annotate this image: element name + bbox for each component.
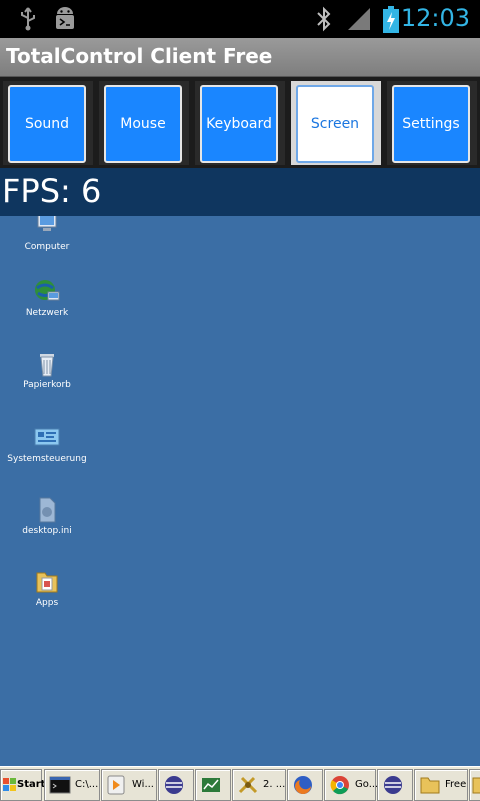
desktop-icon-apps[interactable]: Apps	[0, 568, 95, 608]
tab-sound[interactable]: Sound	[3, 81, 93, 165]
taskbar-item-eclipse-2[interactable]	[377, 769, 413, 801]
desktop-icon-label: Computer	[24, 242, 70, 252]
tab-keyboard-label[interactable]: Keyboard	[200, 85, 278, 163]
taskbar-item-chart-app[interactable]	[195, 769, 231, 801]
taskbar-item-chrome[interactable]: Go...	[324, 769, 379, 801]
app-title: TotalControl Client Free	[6, 44, 273, 68]
eclipse-icon	[384, 776, 402, 794]
taskbar-item-label: Wi...	[132, 779, 154, 790]
folder-icon	[420, 777, 440, 794]
desktop-icon-label: Papierkorb	[23, 380, 71, 390]
taskbar-item-label: C:\...	[75, 779, 99, 790]
tab-settings[interactable]: Settings	[387, 81, 477, 165]
desktop-icon-label: Netzwerk	[25, 308, 69, 318]
android-debug-icon	[56, 7, 74, 29]
taskbar-item-label: Go...	[355, 779, 379, 790]
tab-sound-label[interactable]: Sound	[8, 85, 86, 163]
desktop-icon-label: Systemsteuerung	[7, 454, 87, 464]
desktop-icon-recycle-bin[interactable]: Papierkorb	[0, 350, 95, 390]
status-bar: 12:03	[0, 0, 480, 38]
taskbar-item-label: 2. ...	[263, 779, 286, 790]
taskbar-item-cmd[interactable]: C:\...	[44, 769, 100, 801]
desktop-icon-network[interactable]: Netzwerk	[0, 278, 95, 318]
remote-taskbar: Start C:\... Wi... 2. ... Go... Free	[0, 766, 480, 801]
bluetooth-icon	[317, 6, 331, 32]
taskbar-item-folder[interactable]	[469, 769, 480, 801]
tab-screen-label[interactable]: Screen	[296, 85, 374, 163]
app-title-bar: TotalControl Client Free	[0, 38, 480, 77]
tab-screen[interactable]: Screen	[291, 81, 381, 165]
folder-icon	[472, 777, 480, 794]
desktop-icon-label: Apps	[35, 598, 59, 608]
network-icon	[35, 280, 60, 301]
desktop-icon-desktop-ini[interactable]: desktop.ini	[0, 496, 95, 536]
taskbar-item-folder-free[interactable]: Free	[414, 769, 468, 801]
clock-time: 12:03	[400, 4, 470, 32]
start-button[interactable]: Start	[0, 769, 46, 801]
chrome-icon	[330, 776, 349, 795]
folder-icon	[36, 572, 58, 593]
tools-icon	[238, 776, 258, 794]
tab-keyboard[interactable]: Keyboard	[195, 81, 285, 165]
taskbar-item-label: Free	[445, 779, 467, 790]
eclipse-icon	[165, 776, 183, 794]
tab-mouse-label[interactable]: Mouse	[104, 85, 182, 163]
usb-icon	[21, 7, 35, 31]
taskbar-item-tools[interactable]: 2. ...	[232, 769, 286, 801]
fps-readout: FPS: 6	[2, 172, 102, 210]
desktop-icon-control-panel[interactable]: Systemsteuerung	[0, 424, 95, 464]
ini-file-icon	[39, 497, 56, 523]
taskbar-item-eclipse[interactable]	[158, 769, 194, 801]
media-player-icon	[107, 775, 125, 795]
taskbar-item-media-player[interactable]: Wi...	[101, 769, 157, 801]
signal-icon	[348, 8, 370, 30]
control-panel-icon	[34, 428, 60, 446]
desktop-icon-label: desktop.ini	[22, 526, 72, 536]
recycle-bin-icon	[40, 354, 54, 377]
firefox-icon	[294, 776, 312, 794]
chart-app-icon	[202, 778, 220, 792]
fps-overlay: FPS: 6	[0, 168, 480, 216]
computer-icon	[37, 213, 57, 231]
remote-desktop-view[interactable]: Computer Netzwerk Papierkorb Systemsteue…	[0, 168, 480, 766]
windows-logo-icon	[3, 778, 16, 791]
battery-charging-icon	[383, 6, 399, 33]
tab-bar: Sound Mouse Keyboard Screen Settings	[0, 77, 480, 168]
start-label: Start	[17, 779, 46, 790]
taskbar-item-firefox[interactable]	[287, 769, 323, 801]
tab-settings-label[interactable]: Settings	[392, 85, 470, 163]
cmd-icon	[49, 776, 71, 794]
tab-mouse[interactable]: Mouse	[99, 81, 189, 165]
desktop-icon-computer[interactable]: Computer	[0, 212, 95, 252]
